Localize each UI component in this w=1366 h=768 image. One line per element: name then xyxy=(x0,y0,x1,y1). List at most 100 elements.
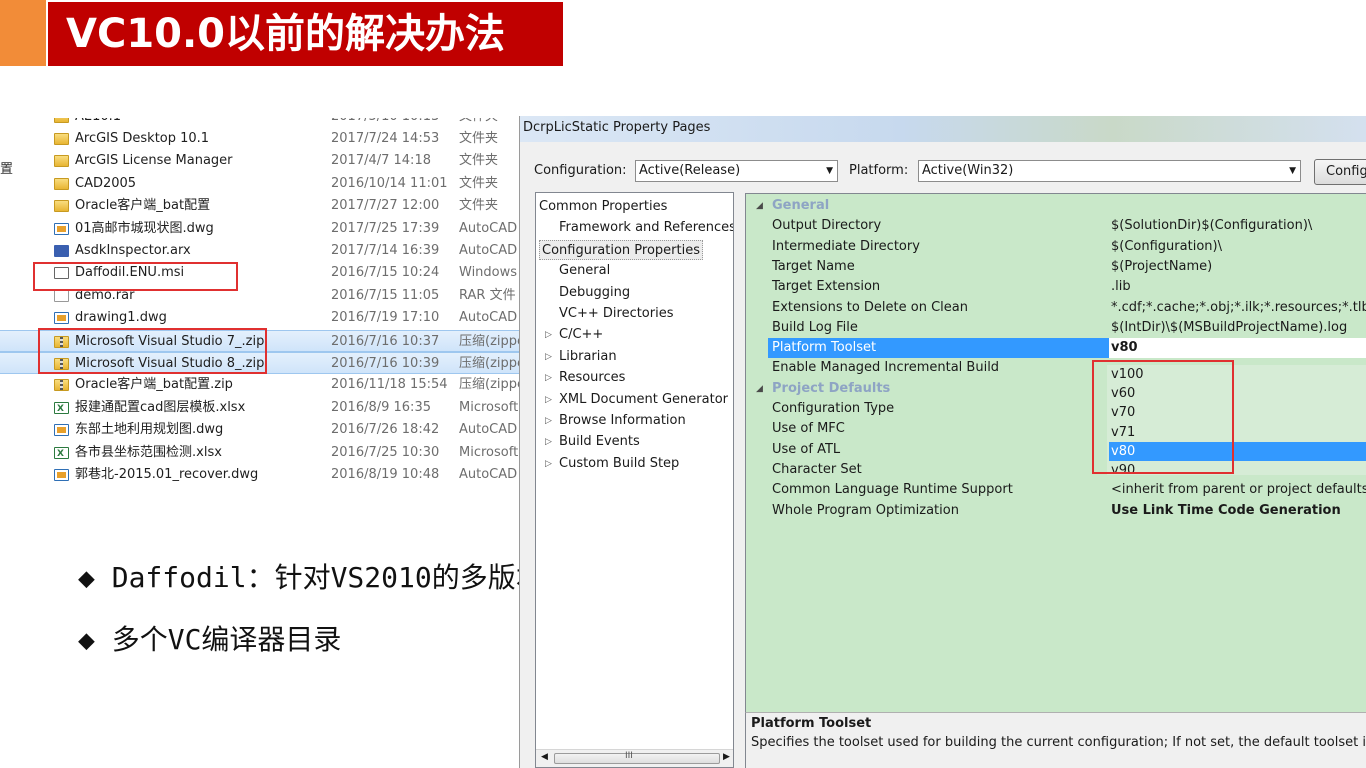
property-description-panel: Platform Toolset Specifies the toolset u… xyxy=(745,712,1366,768)
file-date: 2016/11/18 15:54 xyxy=(331,377,448,393)
property-row[interactable]: Platform Toolset v80 xyxy=(746,338,1366,359)
file-row[interactable]: CAD2005 2016/10/14 11:01 文件夹 xyxy=(0,173,520,195)
file-name: 东部土地利用规划图.dwg xyxy=(75,422,224,438)
dwg-file-icon xyxy=(54,469,69,481)
expand-arrow-icon[interactable]: ▷ xyxy=(545,347,552,367)
tree-item[interactable]: ▷ Custom Build Step xyxy=(545,454,679,474)
configuration-select[interactable]: Active(Release) ▼ xyxy=(635,160,838,182)
property-row[interactable]: Target Name $(ProjectName) xyxy=(746,257,1366,277)
file-date: 2016/7/26 18:42 xyxy=(331,422,440,438)
expand-arrow-icon[interactable]: ▷ xyxy=(545,368,552,388)
file-name: ArcGIS License Manager xyxy=(75,153,233,169)
property-row[interactable]: Whole Program Optimization Use Link Time … xyxy=(746,501,1366,521)
file-row[interactable]: drawing1.dwg 2016/7/19 17:10 AutoCAD xyxy=(0,307,520,329)
collapse-triangle-icon[interactable]: ◢ xyxy=(756,196,763,216)
file-type: 文件夹 xyxy=(459,118,498,128)
property-value: $(ProjectName) xyxy=(1111,258,1213,274)
file-date: 2016/7/19 17:10 xyxy=(331,310,440,326)
highlight-box-vs-zips xyxy=(38,328,267,374)
file-type: AutoCAD xyxy=(459,422,518,438)
property-value: $(Configuration)\ xyxy=(1111,238,1222,254)
file-row[interactable]: 报建通配置cad图层模板.xlsx 2016/8/9 16:35 Microsoft xyxy=(0,397,520,420)
expand-arrow-icon[interactable]: ▷ xyxy=(545,390,552,410)
file-date: 2017/7/14 16:39 xyxy=(331,243,440,258)
property-row[interactable]: Build Log File $(IntDir)\$(MSBuildProject… xyxy=(746,318,1366,338)
property-row[interactable]: Intermediate Directory $(Configuration)\ xyxy=(746,237,1366,257)
property-category[interactable]: ◢ General xyxy=(746,196,1366,216)
file-row[interactable]: ArcGIS License Manager 2017/4/7 14:18 文件夹 xyxy=(0,150,520,172)
tree-item[interactable]: ▷ C/C++ xyxy=(545,325,603,345)
file-type: RAR 文件 xyxy=(459,287,516,303)
property-name: Build Log File xyxy=(772,319,858,335)
property-value[interactable]: v80 xyxy=(1109,338,1366,359)
tree-item[interactable]: Framework and References xyxy=(559,218,734,238)
file-name: AE10.1 xyxy=(75,118,121,128)
expand-arrow-icon[interactable]: ▷ xyxy=(545,432,552,452)
property-row[interactable]: Extensions to Delete on Clean *.cdf;*.cac… xyxy=(746,298,1366,318)
scroll-left-icon[interactable]: ◀ xyxy=(541,752,548,762)
tree-item[interactable]: Common Properties xyxy=(539,197,667,217)
chevron-down-icon: ▼ xyxy=(826,166,833,176)
folder-icon xyxy=(54,155,69,168)
file-row[interactable]: AE10.1 2017/5/10 10:13 文件夹 xyxy=(0,118,520,128)
file-row[interactable]: 郭巷北-2015.01_recover.dwg 2016/8/19 10:48 Au… xyxy=(0,464,520,486)
file-row[interactable]: 01高邮市城现状图.dwg 2017/7/25 17:39 AutoCAD xyxy=(0,218,520,240)
file-type: 文件夹 xyxy=(459,198,499,214)
tree-item-label: Browse Information xyxy=(559,413,686,428)
expand-arrow-icon[interactable]: ▷ xyxy=(545,411,552,431)
file-row[interactable]: 各市县坐标范围检测.xlsx 2016/7/25 10:30 Microsoft xyxy=(0,442,520,465)
tree-item[interactable]: ▷ Resources xyxy=(545,368,625,388)
file-date: 2016/7/16 10:39 xyxy=(331,356,440,371)
property-value: $(IntDir)\$(MSBuildProjectName).log xyxy=(1111,319,1348,335)
expand-arrow-icon[interactable]: ▷ xyxy=(545,325,552,345)
configuration-label: Configuration: xyxy=(534,163,627,178)
property-name: Whole Program Optimization xyxy=(772,502,959,518)
file-type: 文件夹 xyxy=(459,153,499,169)
folder-icon xyxy=(54,177,69,190)
tree-item[interactable]: ▷ XML Document Generator xyxy=(545,390,728,410)
dialog-title: DcrpLicStatic Property Pages xyxy=(523,120,711,135)
property-name: Intermediate Directory xyxy=(772,238,920,254)
tree-horizontal-scrollbar[interactable]: ◀ III ▶ xyxy=(536,749,733,767)
tree-item[interactable]: VC++ Directories xyxy=(559,304,674,324)
property-row[interactable]: Target Extension .lib xyxy=(746,277,1366,297)
tree-item[interactable]: ▷ Build Events xyxy=(545,432,640,452)
property-row[interactable]: Output Directory $(SolutionDir)$(Configur… xyxy=(746,216,1366,236)
configuration-manager-button[interactable]: Config xyxy=(1314,159,1366,185)
expand-arrow-icon[interactable]: ▷ xyxy=(545,454,552,474)
tree-item-label: Framework and References xyxy=(559,220,734,236)
file-name: 01高邮市城现状图.dwg xyxy=(75,220,214,236)
tree-item[interactable]: Debugging xyxy=(559,283,630,303)
tree-item-label: General xyxy=(559,263,611,279)
tree-item-label: Common Properties xyxy=(539,199,668,214)
file-type: AutoCAD xyxy=(459,467,518,482)
file-name: 各市县坐标范围检测.xlsx xyxy=(75,444,222,460)
file-type: Microsoft xyxy=(459,444,519,460)
platform-select[interactable]: Active(Win32) ▼ xyxy=(918,160,1301,182)
tree-item[interactable]: Configuration Properties xyxy=(539,239,703,260)
property-value: *.cdf;*.cache;*.obj;*.ilk;*.resources;*.… xyxy=(1111,299,1366,315)
property-value: Use Link Time Code Generation xyxy=(1111,502,1341,518)
property-row[interactable]: Common Language Runtime Support <inherit … xyxy=(746,480,1366,500)
file-type: AutoCAD xyxy=(459,243,518,258)
file-date: 2016/7/15 11:05 xyxy=(331,287,440,303)
tree-item[interactable]: ▷ Browse Information xyxy=(545,411,686,431)
property-name: Project Defaults xyxy=(772,380,891,396)
file-row[interactable]: ArcGIS Desktop 10.1 2017/7/24 14:53 文件夹 xyxy=(0,128,520,150)
dwg-file-icon xyxy=(54,424,69,437)
file-row[interactable]: Oracle客户端_bat配置 2017/7/27 12:00 文件夹 xyxy=(0,195,520,217)
tree-item[interactable]: General xyxy=(559,261,610,281)
folder-icon xyxy=(54,200,69,213)
file-row[interactable]: Oracle客户端_bat配置.zip 2016/11/18 15:54 压缩(zi… xyxy=(0,374,520,396)
file-row[interactable]: 东部土地利用规划图.dwg 2016/7/26 18:42 AutoCAD xyxy=(0,419,520,441)
property-value: .lib xyxy=(1111,279,1131,295)
file-type: 压缩(zipped xyxy=(459,356,520,371)
tree-item-label: XML Document Generator xyxy=(559,391,728,407)
tree-item[interactable]: ▷ Librarian xyxy=(545,347,617,367)
file-type: 文件夹 xyxy=(459,131,499,146)
collapse-triangle-icon[interactable]: ◢ xyxy=(756,379,763,399)
file-row[interactable]: AsdkInspector.arx 2017/7/14 16:39 AutoCAD xyxy=(0,240,520,262)
scroll-right-icon[interactable]: ▶ xyxy=(723,752,730,762)
scrollbar-thumb[interactable]: III xyxy=(554,751,720,764)
tree-item-label: Build Events xyxy=(559,434,640,450)
